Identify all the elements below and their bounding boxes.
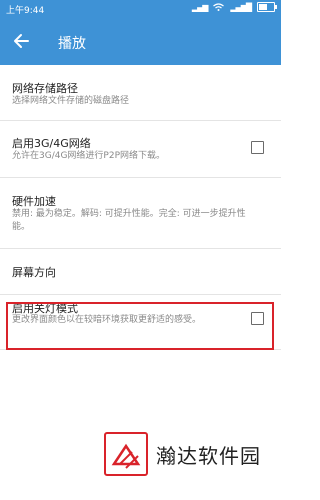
arrow-left-icon[interactable]	[8, 27, 36, 55]
battery-icon	[257, 2, 277, 12]
signal-icon: ▂▄▆	[191, 2, 209, 12]
setting-enable-mobile-network[interactable]: 启用3G/4G网络 允许在3G/4G网络进行P2P网络下载。	[0, 121, 281, 178]
status-time: 上午9:44	[6, 6, 45, 16]
setting-title: 硬件加速	[12, 195, 56, 208]
setting-title: 屏幕方向	[12, 266, 56, 279]
status-icons: ▂▄▆ ▂▄▆█	[191, 2, 277, 12]
setting-network-storage-path[interactable]: 网络存储路径 选择网络文件存储的磁盘路径	[0, 65, 281, 121]
wifi-icon	[213, 3, 225, 11]
setting-summary: 允许在3G/4G网络进行P2P网络下载。	[12, 151, 166, 161]
setting-screen-orientation[interactable]: 屏幕方向	[0, 249, 281, 295]
watermark: 瀚达软件园	[104, 432, 261, 476]
setting-hardware-acceleration[interactable]: 硬件加速 禁用: 最为稳定。解码: 可提升性能。完全: 可进一步提升性能。	[0, 178, 281, 249]
setting-summary: 禁用: 最为稳定。解码: 可提升性能。完全: 可进一步提升性能。	[12, 209, 246, 232]
toolbar: 播放	[0, 18, 281, 65]
setting-title: 启用3G/4G网络	[12, 137, 91, 150]
setting-title: 网络存储路径	[12, 82, 78, 95]
watermark-text: 瀚达软件园	[156, 443, 261, 468]
setting-summary: 选择网络文件存储的磁盘路径	[12, 96, 130, 106]
page-title: 播放	[58, 36, 86, 52]
watermark-logo-icon	[104, 432, 148, 476]
signal-strength-icon: ▂▄▆█	[230, 2, 252, 12]
highlight-box	[6, 302, 274, 350]
mobile-network-checkbox[interactable]	[251, 141, 264, 154]
status-bar: 上午9:44 ▂▄▆ ▂▄▆█	[0, 0, 281, 18]
